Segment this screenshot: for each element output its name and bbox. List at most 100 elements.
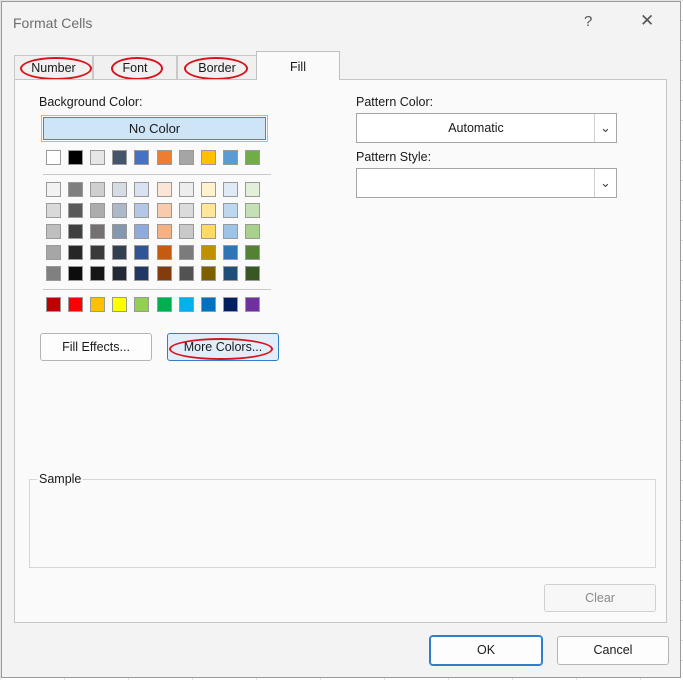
shade-color-swatch[interactable] [179, 224, 194, 239]
theme-color-swatch[interactable] [223, 150, 238, 165]
help-icon[interactable]: ? [584, 13, 592, 30]
standard-color-swatch[interactable] [201, 297, 216, 312]
tab-fill[interactable]: Fill [256, 51, 340, 80]
shade-color-swatch[interactable] [68, 182, 83, 197]
tab-fill-label: Fill [290, 60, 306, 74]
theme-color-swatch[interactable] [68, 150, 83, 165]
shade-color-swatch[interactable] [245, 245, 260, 260]
palette-divider [43, 289, 271, 290]
shade-color-swatch[interactable] [223, 245, 238, 260]
shade-color-swatch[interactable] [157, 203, 172, 218]
shade-color-swatch[interactable] [201, 245, 216, 260]
standard-color-swatch[interactable] [245, 297, 260, 312]
shade-color-swatch[interactable] [157, 266, 172, 281]
shade-color-swatch[interactable] [223, 224, 238, 239]
shade-color-swatch[interactable] [201, 224, 216, 239]
shade-color-swatch[interactable] [46, 266, 61, 281]
shade-color-swatch[interactable] [245, 182, 260, 197]
shade-color-swatch[interactable] [245, 266, 260, 281]
shade-color-swatch[interactable] [157, 224, 172, 239]
pattern-color-label: Pattern Color: [356, 95, 434, 109]
fill-tab-panel: Background Color: No Color Fill Effects.… [14, 79, 667, 623]
shade-color-swatch[interactable] [134, 245, 149, 260]
shade-color-swatch[interactable] [46, 203, 61, 218]
shade-color-swatch[interactable] [90, 224, 105, 239]
ok-button[interactable]: OK [429, 635, 543, 666]
shade-color-swatch[interactable] [90, 182, 105, 197]
tab-border[interactable]: Border [177, 55, 257, 80]
theme-color-swatch[interactable] [245, 150, 260, 165]
shade-color-swatch[interactable] [90, 203, 105, 218]
shade-color-swatch[interactable] [46, 245, 61, 260]
theme-color-swatch[interactable] [112, 150, 127, 165]
shade-color-swatch[interactable] [68, 245, 83, 260]
shade-color-swatch[interactable] [157, 182, 172, 197]
standard-color-swatch[interactable] [179, 297, 194, 312]
dialog-title: Format Cells [13, 15, 93, 31]
chevron-down-icon[interactable]: ⌄ [594, 114, 616, 142]
no-color-button[interactable]: No Color [41, 115, 268, 142]
shade-color-swatch[interactable] [179, 182, 194, 197]
theme-color-swatch[interactable] [46, 150, 61, 165]
title-bar: Format Cells ? ✕ [2, 2, 680, 44]
chevron-down-icon[interactable]: ⌄ [594, 169, 616, 197]
shade-color-swatch[interactable] [68, 224, 83, 239]
shade-color-swatch[interactable] [90, 245, 105, 260]
shade-color-swatch[interactable] [201, 182, 216, 197]
theme-color-swatch[interactable] [201, 150, 216, 165]
shade-color-swatch[interactable] [179, 266, 194, 281]
shade-color-swatch[interactable] [201, 203, 216, 218]
clear-button[interactable]: Clear [544, 584, 656, 612]
standard-color-swatch[interactable] [46, 297, 61, 312]
shade-color-swatch[interactable] [201, 266, 216, 281]
close-icon[interactable]: ✕ [640, 11, 654, 31]
shade-color-swatch[interactable] [112, 224, 127, 239]
standard-color-swatch[interactable] [134, 297, 149, 312]
format-cells-dialog: Format Cells ? ✕ Number Font Border Fill… [1, 1, 681, 678]
more-colors-button[interactable]: More Colors... [167, 333, 279, 361]
theme-color-swatch[interactable] [157, 150, 172, 165]
shade-color-swatch[interactable] [157, 245, 172, 260]
fill-effects-button[interactable]: Fill Effects... [40, 333, 152, 361]
standard-color-swatch[interactable] [112, 297, 127, 312]
shade-color-swatch[interactable] [134, 203, 149, 218]
shade-color-swatch[interactable] [179, 203, 194, 218]
tab-font[interactable]: Font [93, 55, 177, 80]
shade-color-swatch[interactable] [68, 203, 83, 218]
shade-color-swatch[interactable] [245, 203, 260, 218]
shade-color-swatch[interactable] [134, 182, 149, 197]
shade-color-swatch[interactable] [112, 245, 127, 260]
shade-color-swatch[interactable] [68, 266, 83, 281]
shade-color-swatch[interactable] [245, 224, 260, 239]
shade-color-swatch[interactable] [134, 224, 149, 239]
palette-divider [43, 174, 271, 175]
pattern-style-label: Pattern Style: [356, 150, 432, 164]
shade-color-swatch[interactable] [90, 266, 105, 281]
pattern-style-dropdown[interactable]: ⌄ [356, 168, 617, 198]
standard-color-swatch[interactable] [68, 297, 83, 312]
pattern-color-dropdown[interactable]: Automatic ⌄ [356, 113, 617, 143]
standard-color-swatch[interactable] [223, 297, 238, 312]
shade-color-swatch[interactable] [46, 224, 61, 239]
tab-number[interactable]: Number [14, 55, 93, 80]
shade-color-swatch[interactable] [112, 182, 127, 197]
tab-number-label: Number [31, 61, 76, 75]
shade-color-swatch[interactable] [134, 266, 149, 281]
tab-font-label: Font [122, 61, 148, 75]
shade-color-swatch[interactable] [223, 182, 238, 197]
shade-color-swatch[interactable] [112, 203, 127, 218]
cancel-button[interactable]: Cancel [557, 636, 669, 665]
shade-color-swatch[interactable] [46, 182, 61, 197]
shade-color-swatch[interactable] [179, 245, 194, 260]
sample-preview [29, 479, 656, 568]
background-color-label: Background Color: [39, 95, 143, 109]
theme-color-swatch[interactable] [134, 150, 149, 165]
shade-color-swatch[interactable] [223, 203, 238, 218]
theme-color-swatch[interactable] [90, 150, 105, 165]
standard-color-swatch[interactable] [157, 297, 172, 312]
tab-border-label: Border [198, 61, 236, 75]
shade-color-swatch[interactable] [223, 266, 238, 281]
standard-color-swatch[interactable] [90, 297, 105, 312]
theme-color-swatch[interactable] [179, 150, 194, 165]
shade-color-swatch[interactable] [112, 266, 127, 281]
